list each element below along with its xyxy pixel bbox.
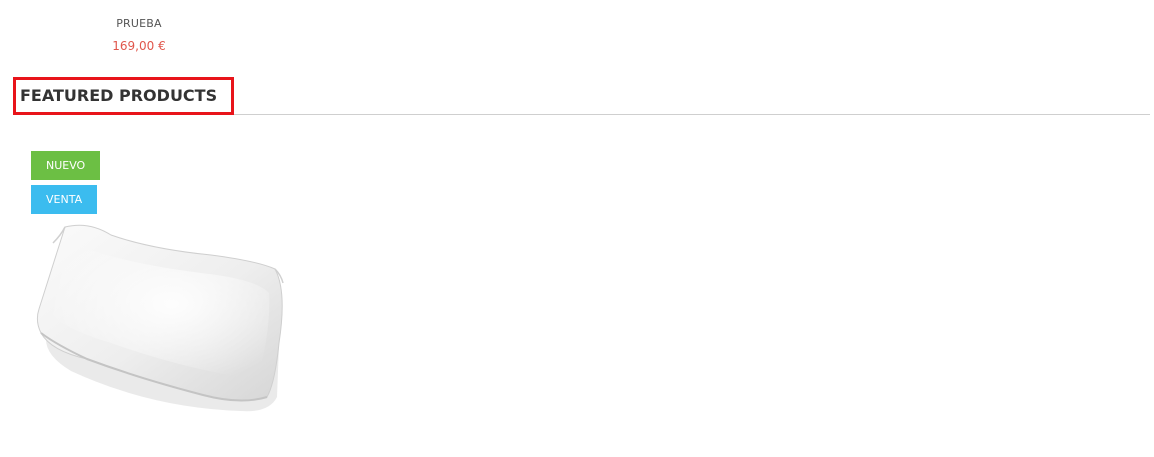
pillow-image[interactable]: [31, 183, 287, 441]
product-name-link[interactable]: PRUEBA: [60, 14, 218, 34]
page: PRUEBA 169,00 € FEATURED PRODUCTS NUEVO …: [0, 0, 1154, 457]
sale-badge: VENTA: [31, 185, 98, 214]
product-price: 169,00 €: [112, 39, 166, 53]
section-title: FEATURED PRODUCTS: [13, 77, 234, 115]
product-card[interactable]: NUEVO VENTA: [31, 151, 287, 441]
featured-products-header: FEATURED PRODUCTS: [13, 77, 1150, 115]
new-badge: NUEVO: [31, 151, 101, 180]
previous-product: PRUEBA 169,00 €: [60, 14, 218, 57]
